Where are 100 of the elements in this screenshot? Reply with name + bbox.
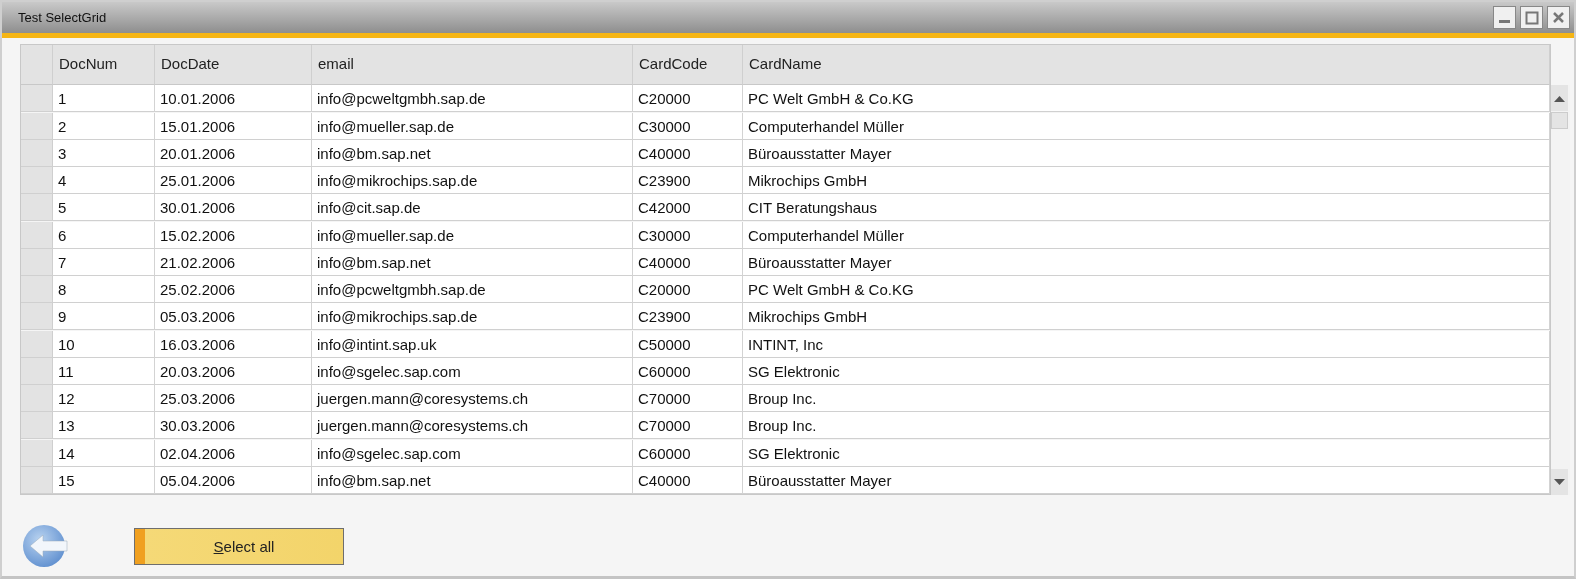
row-header[interactable] <box>21 303 53 331</box>
minimize-button[interactable] <box>1493 6 1516 29</box>
table-cell: 21.02.2006 <box>155 248 312 276</box>
table-cell: info@sgelec.sap.com <box>312 357 633 385</box>
table-cell: Broup Inc. <box>743 412 1550 440</box>
table-cell: C70000 <box>633 412 743 440</box>
table-cell: PC Welt GmbH & Co.KG <box>743 276 1550 303</box>
table-cell: 8 <box>53 276 155 303</box>
minimize-icon <box>1499 20 1510 23</box>
table-cell: INTINT, Inc <box>743 330 1550 358</box>
row-header[interactable] <box>21 194 53 222</box>
table-cell: 15.01.2006 <box>155 112 312 140</box>
table-cell: 5 <box>53 194 155 222</box>
row-header[interactable] <box>21 330 53 358</box>
table-cell: C60000 <box>633 439 743 467</box>
column-header[interactable]: DocNum <box>53 45 155 85</box>
table-cell: 10 <box>53 330 155 358</box>
maximize-icon <box>1524 10 1539 25</box>
table-cell: info@sgelec.sap.com <box>312 439 633 467</box>
scrollbar[interactable] <box>1551 85 1570 495</box>
select-all-button[interactable]: Select all <box>134 527 344 565</box>
scroll-down-icon[interactable] <box>1554 478 1565 486</box>
table-cell: 20.01.2006 <box>155 139 312 167</box>
table-cell: info@pcweltgmbh.sap.de <box>312 85 633 113</box>
table-cell: 15.02.2006 <box>155 221 312 249</box>
table-cell: 25.02.2006 <box>155 276 312 303</box>
table-cell: CIT Beratungshaus <box>743 194 1550 222</box>
row-header[interactable] <box>21 439 53 467</box>
table-cell: Computerhandel Müller <box>743 221 1550 249</box>
scroll-thumb[interactable] <box>1551 112 1568 129</box>
table-cell: 11 <box>53 357 155 385</box>
table-cell: info@bm.sap.net <box>312 248 633 276</box>
table-cell: juergen.mann@coresystems.ch <box>312 412 633 440</box>
row-header[interactable] <box>21 412 53 440</box>
table-cell: 20.03.2006 <box>155 357 312 385</box>
row-header[interactable] <box>21 112 53 140</box>
table-cell: C20000 <box>633 276 743 303</box>
table-cell: C20000 <box>633 85 743 113</box>
table-cell: info@intint.sap.uk <box>312 330 633 358</box>
row-header[interactable] <box>21 221 53 249</box>
window-title: Test SelectGrid <box>18 10 108 25</box>
table-cell: C30000 <box>633 221 743 249</box>
row-header[interactable] <box>21 248 53 276</box>
table-cell: 1 <box>53 85 155 113</box>
table-cell: 02.04.2006 <box>155 439 312 467</box>
table-cell: info@cit.sap.de <box>312 194 633 222</box>
table-cell: 15 <box>53 466 155 494</box>
row-header[interactable] <box>21 357 53 385</box>
table-cell: 30.03.2006 <box>155 412 312 440</box>
row-header[interactable] <box>21 466 53 494</box>
close-button[interactable] <box>1547 6 1570 29</box>
row-header[interactable] <box>21 385 53 412</box>
table-cell: C40000 <box>633 248 743 276</box>
table-cell: info@mueller.sap.de <box>312 112 633 140</box>
table-cell: info@mikrochips.sap.de <box>312 303 633 331</box>
maximize-button[interactable] <box>1520 6 1543 29</box>
table-cell: SG Elektronic <box>743 439 1550 467</box>
table-cell: C40000 <box>633 139 743 167</box>
table-cell: C23900 <box>633 167 743 194</box>
table-cell: info@mueller.sap.de <box>312 221 633 249</box>
table-cell: 05.04.2006 <box>155 466 312 494</box>
column-header[interactable]: DocDate <box>155 45 312 85</box>
table-cell: SG Elektronic <box>743 357 1550 385</box>
table-cell: info@bm.sap.net <box>312 139 633 167</box>
table-cell: Büroausstatter Mayer <box>743 139 1550 167</box>
table-cell: 4 <box>53 167 155 194</box>
row-header[interactable] <box>21 167 53 194</box>
table-cell: PC Welt GmbH & Co.KG <box>743 85 1550 113</box>
back-arrow-icon[interactable] <box>22 523 70 569</box>
table-cell: C60000 <box>633 357 743 385</box>
table-cell: 13 <box>53 412 155 440</box>
table-cell: 10.01.2006 <box>155 85 312 113</box>
table-cell: 25.03.2006 <box>155 385 312 412</box>
table-cell: 14 <box>53 439 155 467</box>
table-cell: Mikrochips GmbH <box>743 303 1550 331</box>
grid-corner[interactable] <box>21 45 53 85</box>
table-cell: info@pcweltgmbh.sap.de <box>312 276 633 303</box>
table-cell: 30.01.2006 <box>155 194 312 222</box>
table-cell: 12 <box>53 385 155 412</box>
table-cell: C70000 <box>633 385 743 412</box>
column-header[interactable]: CardName <box>743 45 1550 85</box>
table-cell: info@bm.sap.net <box>312 466 633 494</box>
scroll-up-icon[interactable] <box>1554 94 1565 102</box>
table-cell: Büroausstatter Mayer <box>743 248 1550 276</box>
row-header[interactable] <box>21 276 53 303</box>
row-header[interactable] <box>21 85 53 113</box>
table-cell: C42000 <box>633 194 743 222</box>
table-cell: Computerhandel Müller <box>743 112 1550 140</box>
table-cell: 16.03.2006 <box>155 330 312 358</box>
table-cell: C40000 <box>633 466 743 494</box>
table-cell: 25.01.2006 <box>155 167 312 194</box>
table-cell: 9 <box>53 303 155 331</box>
table-cell: 2 <box>53 112 155 140</box>
column-header[interactable]: CardCode <box>633 45 743 85</box>
table-cell: C30000 <box>633 112 743 140</box>
table-cell: Büroausstatter Mayer <box>743 466 1550 494</box>
table-cell: Broup Inc. <box>743 385 1550 412</box>
column-header[interactable]: email <box>312 45 633 85</box>
row-header[interactable] <box>21 139 53 167</box>
table-cell: 05.03.2006 <box>155 303 312 331</box>
